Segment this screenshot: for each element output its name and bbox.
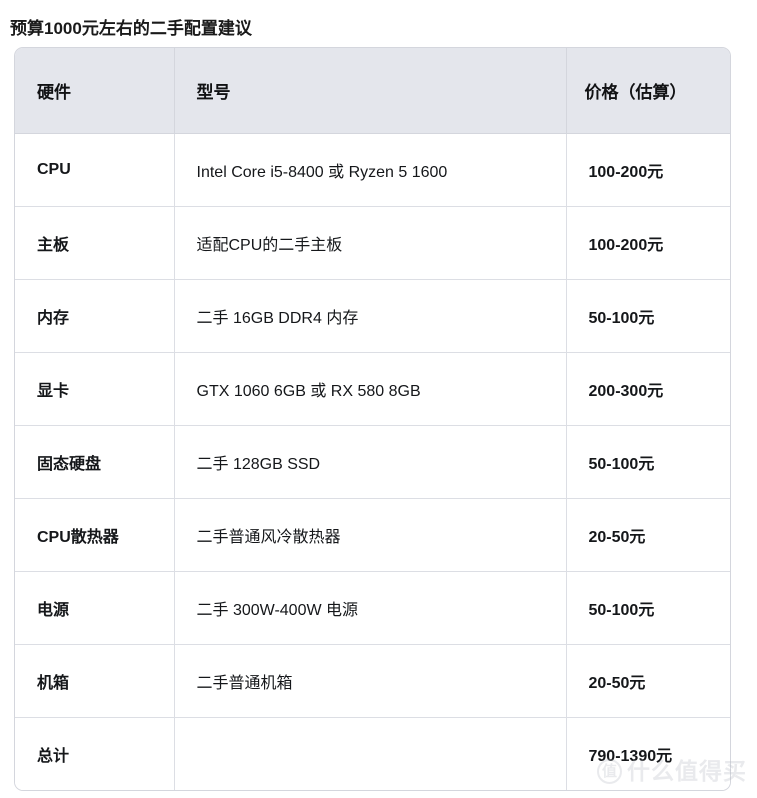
table-header: 硬件 型号 价格（估算） (15, 48, 730, 134)
table-row: 电源 二手 300W-400W 电源 50-100元 (15, 571, 730, 645)
cell-hardware: 显卡 (15, 352, 175, 426)
table-body: CPU Intel Core i5-8400 或 Ryzen 5 1600 100-… (15, 133, 730, 790)
cell-price: 20-50元 (566, 644, 730, 718)
table-row: 内存 二手 16GB DDR4 内存 50-100元 (15, 279, 730, 353)
cell-model: 二手 128GB SSD (174, 425, 567, 499)
cell-model: GTX 1060 6GB 或 RX 580 8GB (174, 352, 567, 426)
cell-price: 50-100元 (566, 425, 730, 499)
spec-table: 硬件 型号 价格（估算） CPU Intel Core i5-8400 或 Ryz… (15, 48, 730, 790)
cell-hardware: 内存 (15, 279, 175, 353)
cell-price: 50-100元 (566, 571, 730, 645)
cell-price: 790-1390元 (566, 717, 730, 790)
cell-hardware: CPU散热器 (15, 498, 175, 572)
cell-model: 二手普通机箱 (174, 644, 567, 718)
table-row: 主板 适配CPU的二手主板 100-200元 (15, 206, 730, 280)
spec-table-container: 硬件 型号 价格（估算） CPU Intel Core i5-8400 或 Ryz… (14, 47, 731, 791)
table-row: 机箱 二手普通机箱 20-50元 (15, 644, 730, 718)
cell-model: 二手 300W-400W 电源 (174, 571, 567, 645)
cell-price: 50-100元 (566, 279, 730, 353)
table-row: 总计 790-1390元 (15, 717, 730, 790)
cell-hardware: 电源 (15, 571, 175, 645)
cell-hardware: 总计 (15, 717, 175, 790)
cell-model: 二手 16GB DDR4 内存 (174, 279, 567, 353)
table-row: 显卡 GTX 1060 6GB 或 RX 580 8GB 200-300元 (15, 352, 730, 426)
cell-price: 100-200元 (566, 133, 730, 207)
cell-model: Intel Core i5-8400 或 Ryzen 5 1600 (174, 133, 567, 207)
cell-hardware: 主板 (15, 206, 175, 280)
column-header-model: 型号 (174, 48, 567, 134)
cell-hardware: CPU (15, 133, 175, 207)
column-header-price: 价格（估算） (566, 48, 730, 134)
cell-price: 200-300元 (566, 352, 730, 426)
cell-hardware: 固态硬盘 (15, 425, 175, 499)
page-title: 预算1000元左右的二手配置建议 (10, 19, 252, 39)
table-row: CPU散热器 二手普通风冷散热器 20-50元 (15, 498, 730, 572)
table-row: CPU Intel Core i5-8400 或 Ryzen 5 1600 100-… (15, 133, 730, 207)
cell-model: 二手普通风冷散热器 (174, 498, 567, 572)
cell-model (174, 717, 567, 790)
cell-hardware: 机箱 (15, 644, 175, 718)
cell-price: 100-200元 (566, 206, 730, 280)
column-header-hardware: 硬件 (15, 48, 175, 134)
table-header-row: 硬件 型号 价格（估算） (15, 48, 730, 134)
cell-price: 20-50元 (566, 498, 730, 572)
table-row: 固态硬盘 二手 128GB SSD 50-100元 (15, 425, 730, 499)
cell-model: 适配CPU的二手主板 (174, 206, 567, 280)
page-root: 预算1000元左右的二手配置建议 硬件 型号 价格（估算） CPU Intel C… (0, 0, 757, 798)
